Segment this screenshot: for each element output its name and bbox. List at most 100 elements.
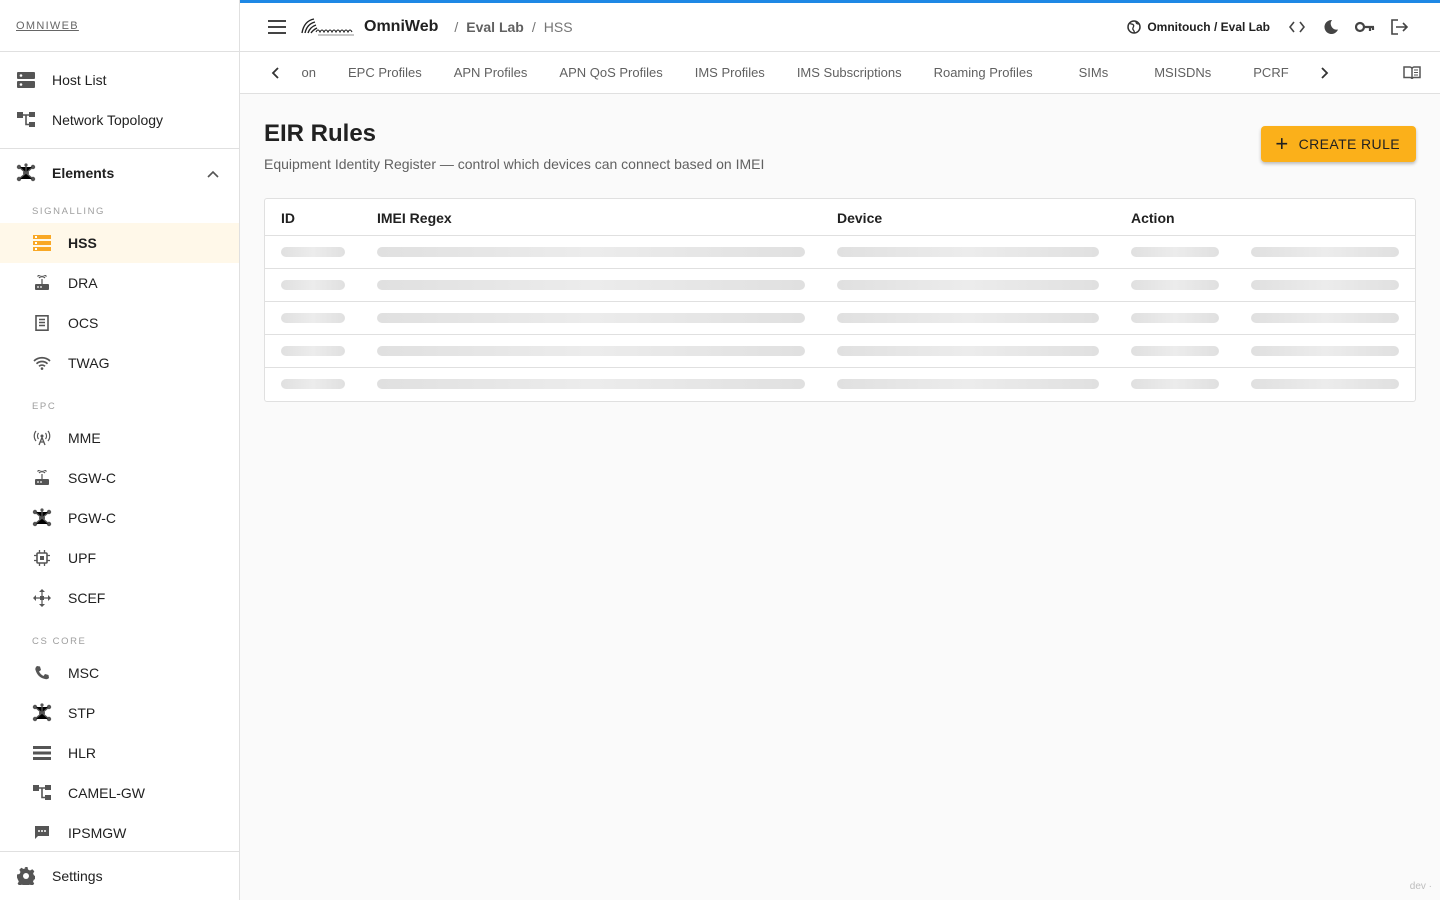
tab-pcrf[interactable]: PCRF <box>1237 52 1304 94</box>
hub-icon <box>16 163 36 183</box>
breadcrumb-item-eval-lab[interactable]: Eval Lab <box>466 19 524 35</box>
sidebar-item-ipsmgw[interactable]: IPSMGW <box>0 813 239 853</box>
sidebar-item-label: Host List <box>52 72 107 88</box>
column-header-device[interactable]: Device <box>837 210 882 226</box>
docs-book-icon[interactable] <box>1400 61 1424 85</box>
main-content: EIR Rules Equipment Identity Register — … <box>264 94 1416 402</box>
settings-label: Settings <box>52 868 103 884</box>
sidebar-item-sgw-c[interactable]: SGW-C <box>0 458 239 498</box>
skeleton-cell <box>1251 379 1399 389</box>
elements-group-toggle[interactable]: Elements <box>0 149 239 197</box>
sidebar-item-upf[interactable]: UPF <box>0 538 239 578</box>
sidebar-item-hss[interactable]: HSS <box>0 223 239 263</box>
storage-icon <box>32 233 52 253</box>
tab-epc-profiles[interactable]: EPC Profiles <box>332 52 438 94</box>
table-row-skeleton <box>265 269 1415 302</box>
sidebar-item-dra[interactable]: DRA <box>0 263 239 303</box>
skeleton-cell <box>1131 346 1219 356</box>
sidebar-item-label: PGW-C <box>68 510 116 526</box>
column-header-imei-regex[interactable]: IMEI Regex <box>377 210 452 226</box>
breadcrumb-separator: / <box>454 19 459 35</box>
sidebar-item-label: CAMEL-GW <box>68 785 145 801</box>
tenant-selector[interactable]: Omnitouch / Eval Lab <box>1127 20 1270 34</box>
skeleton-cell <box>1131 313 1219 323</box>
globe-icon <box>1127 20 1142 34</box>
tab-scroll-left-icon[interactable] <box>260 52 290 94</box>
top-bar: OmniWeb / Eval Lab / HSS Omnitouch / Eva… <box>240 0 1440 52</box>
breadcrumb: / Eval Lab / HSS <box>454 19 572 35</box>
sidebar-item-label: IPSMGW <box>68 825 127 841</box>
sidebar-item-pgw-c[interactable]: PGW-C <box>0 498 239 538</box>
sidebar-item-label: OCS <box>68 315 99 331</box>
page-subtitle: Equipment Identity Register — control wh… <box>264 156 765 172</box>
sidebar-item-camel-gw[interactable]: CAMEL-GW <box>0 773 239 813</box>
cell-tower-icon <box>32 428 52 448</box>
sidebar-item-stp[interactable]: STP <box>0 693 239 733</box>
tab-apn-profiles[interactable]: APN Profiles <box>438 52 544 94</box>
brand-link[interactable]: OMNIWEB <box>16 20 79 32</box>
code-icon[interactable] <box>1280 10 1314 44</box>
wifi-icon <box>32 353 52 373</box>
sidebar-top-nav: Host List Network Topology <box>0 52 239 140</box>
page-title: EIR Rules <box>264 120 377 147</box>
tab-ims-profiles[interactable]: IMS Profiles <box>679 52 781 94</box>
skeleton-cell <box>837 247 1099 257</box>
skeleton-cell <box>281 280 345 290</box>
key-icon[interactable] <box>1348 10 1382 44</box>
section-label-epc: EPC <box>32 401 57 412</box>
router-icon <box>32 273 52 293</box>
sidebar-item-host-list[interactable]: Host List <box>0 60 239 100</box>
dns-icon <box>16 70 36 90</box>
skeleton-cell <box>837 346 1099 356</box>
skeleton-cell <box>377 247 805 257</box>
sidebar-item-hlr[interactable]: HLR <box>0 733 239 773</box>
sidebar-item-label: STP <box>68 705 96 721</box>
skeleton-cell <box>281 379 345 389</box>
tab-apn-qos-profiles[interactable]: APN QoS Profiles <box>543 52 678 94</box>
sidebar-item-settings[interactable]: Settings <box>0 851 239 900</box>
skeleton-cell <box>1251 280 1399 290</box>
sidebar-item-label: HSS <box>68 235 97 251</box>
tab-roaming-profiles[interactable]: Roaming Profiles <box>918 52 1049 94</box>
column-header-action[interactable]: Action <box>1131 210 1175 226</box>
menu-icon[interactable] <box>266 16 288 38</box>
create-rule-button[interactable]: + CREATE RULE <box>1261 126 1416 162</box>
sidebar-item-label: MSC <box>68 665 100 681</box>
sidebar-item-mme[interactable]: MME <box>0 418 239 458</box>
gear-icon <box>16 866 36 886</box>
skeleton-cell <box>1251 313 1399 323</box>
skeleton-cell <box>377 313 805 323</box>
tab-msisdns[interactable]: MSISDNs <box>1138 52 1227 94</box>
tab-sims[interactable]: SIMs <box>1063 52 1125 94</box>
sidebar-item-twag[interactable]: TWAG <box>0 343 239 383</box>
sidebar-item-scef[interactable]: SCEF <box>0 578 239 618</box>
sms-icon <box>32 823 52 843</box>
table-row-skeleton <box>265 302 1415 335</box>
dark-mode-icon[interactable] <box>1314 10 1348 44</box>
skeleton-cell <box>281 247 345 257</box>
app-name[interactable]: OmniWeb <box>364 18 438 36</box>
sidebar-item-msc[interactable]: MSC <box>0 653 239 693</box>
skeleton-cell <box>377 346 805 356</box>
sidebar-item-label: UPF <box>68 550 96 566</box>
skeleton-cell <box>1251 346 1399 356</box>
table-row-skeleton <box>265 236 1415 269</box>
skeleton-cell <box>1131 247 1219 257</box>
environment-tag: dev · <box>1409 881 1432 892</box>
skeleton-cell <box>377 379 805 389</box>
tab-partial[interactable]: on <box>290 52 316 94</box>
phone-icon <box>32 663 52 683</box>
omnitouch-logo <box>300 15 358 39</box>
brand: OMNIWEB <box>0 0 239 52</box>
sidebar-item-network-topology[interactable]: Network Topology <box>0 100 239 140</box>
column-header-id[interactable]: ID <box>281 210 295 226</box>
sidebar-item-label: SGW-C <box>68 470 116 486</box>
sidebar-item-ocs[interactable]: OCS <box>0 303 239 343</box>
breadcrumb-item-hss: HSS <box>543 19 573 35</box>
tab-bar: on EPC Profiles APN Profiles APN QoS Pro… <box>240 52 1440 94</box>
skeleton-cell <box>1251 247 1399 257</box>
tab-ims-subscriptions[interactable]: IMS Subscriptions <box>781 52 918 94</box>
sidebar-item-label: HLR <box>68 745 97 761</box>
logout-icon[interactable] <box>1382 10 1416 44</box>
create-rule-label: CREATE RULE <box>1298 136 1400 152</box>
